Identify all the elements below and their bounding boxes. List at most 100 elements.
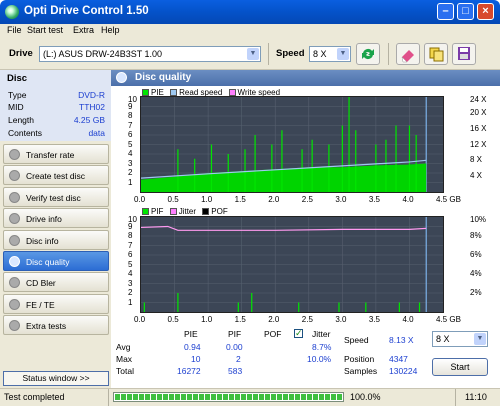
pif-chart-plot — [140, 217, 443, 312]
menu-file[interactable]: File — [7, 25, 22, 35]
y2-tick-label: 8% — [470, 231, 482, 240]
minimize-button[interactable]: – — [437, 3, 454, 20]
pie-spike — [328, 144, 330, 192]
legend-pif: PIF — [151, 207, 164, 216]
x-tick-label: 2.0 — [268, 195, 280, 204]
y-tick-label: 3 — [128, 278, 133, 288]
y-tick-label: 1 — [128, 177, 133, 187]
disc-icon — [9, 277, 20, 289]
pie-spike — [355, 130, 357, 192]
total-pie: 16272 — [177, 366, 201, 376]
pie-area — [141, 163, 427, 192]
speed-select[interactable]: 8 X ▼ — [309, 46, 351, 62]
chart2-legend: PIF Jitter POF — [142, 207, 228, 216]
avg-pie: 0.94 — [184, 342, 201, 352]
x-tick-label: 0.0 — [134, 195, 146, 204]
pie-spike — [385, 139, 387, 192]
pie-spike — [194, 158, 196, 192]
nav-create-test-disc[interactable]: Create test disc — [3, 165, 109, 186]
pif-spike — [338, 302, 340, 312]
refresh-icon — [362, 49, 374, 59]
nav-verify-test-disc[interactable]: Verify test disc — [3, 186, 109, 207]
total-label: Total — [116, 366, 134, 376]
y2-tick-label: 4% — [470, 269, 482, 278]
x-tick-label: 0.0 — [134, 315, 146, 324]
menu-help[interactable]: Help — [101, 25, 120, 35]
status-window-button[interactable]: Status window >> — [3, 371, 109, 386]
nav-disc-info[interactable]: Disc info — [3, 229, 109, 250]
position-value: 4347 — [389, 354, 408, 364]
progress-text: 100.0% — [350, 392, 381, 402]
legend-pof: POF — [211, 207, 228, 216]
copy-icon — [429, 47, 444, 62]
nav-label: Create test disc — [26, 171, 86, 182]
disc-icon — [9, 149, 20, 160]
drive-label: Drive — [9, 48, 33, 59]
disc-quality-icon — [116, 72, 127, 83]
x-tick-label: 3.0 — [335, 195, 347, 204]
pie-spike — [395, 125, 397, 192]
x-tick-label: 4.5 GB — [436, 315, 461, 324]
disc-icon — [9, 170, 20, 182]
y-tick-label: 9 — [128, 101, 133, 111]
y-tick-label: 4 — [128, 269, 133, 278]
nav-cd-bler[interactable]: CD Bler — [3, 272, 109, 293]
x-tick-label: 0.5 — [167, 195, 179, 204]
pie-spike — [177, 149, 179, 192]
nav-transfer-rate[interactable]: Transfer rate — [3, 144, 109, 164]
nav-disc-quality[interactable]: Disc quality — [3, 251, 109, 271]
y-tick-label: 6 — [128, 130, 133, 139]
pif-spike — [365, 302, 367, 312]
nav-drive-info[interactable]: Drive info — [3, 208, 109, 229]
save-button[interactable] — [452, 43, 476, 65]
stats-header-jitter: Jitter — [312, 329, 331, 339]
maximize-button[interactable]: □ — [457, 3, 474, 20]
x-tick-label: 4.5 GB — [436, 195, 461, 204]
speed-select-value: 8 X — [313, 49, 327, 59]
y-tick-label: 2 — [128, 168, 133, 177]
sidebar: Disc Type DVD-R MID TTH02 Length 4.25 GB… — [0, 70, 111, 388]
x-tick-label: 1.0 — [201, 195, 213, 204]
pie-spike — [415, 135, 417, 192]
y2-tick-label: 16 X — [470, 123, 487, 133]
start-button[interactable]: Start — [432, 358, 488, 376]
pif-spike — [237, 302, 239, 312]
stats-header-pof: POF — [264, 329, 282, 339]
close-button[interactable]: × — [477, 3, 494, 20]
app-disc-icon — [5, 5, 19, 19]
drive-select-value: (L:) ASUS DRW-24B3ST 1.00 — [43, 49, 163, 59]
nav-label: Disc quality — [26, 257, 70, 267]
nav-label: Transfer rate — [26, 150, 75, 160]
refresh-button[interactable] — [356, 43, 380, 65]
drive-select[interactable]: (L:) ASUS DRW-24B3ST 1.00 ▼ — [39, 46, 261, 62]
menu-start-test[interactable]: Start test — [27, 25, 63, 35]
pie-spike — [341, 125, 343, 192]
disc-contents-value: data — [88, 128, 105, 138]
section-title: Disc quality — [135, 72, 192, 83]
y-tick-label: 9 — [128, 221, 133, 231]
pie-chart-plot — [140, 97, 443, 192]
y2-tick-label: 24 X — [470, 95, 487, 104]
speed-stat-value: 8.13 X — [389, 335, 414, 345]
samples-label: Samples — [344, 366, 378, 376]
speed-stat-label: Speed — [344, 335, 369, 345]
test-speed-select[interactable]: 8 X ▼ — [432, 331, 488, 347]
max-jitter: 10.0% — [307, 354, 332, 364]
nav-fe-te[interactable]: FE / TE — [3, 293, 109, 314]
pie-spike — [210, 144, 213, 192]
y-tick-label: 8 — [128, 111, 133, 120]
erase-button[interactable] — [396, 43, 420, 65]
disc-icon — [9, 298, 20, 310]
pie-spike — [254, 135, 256, 192]
x-tick-label: 1.5 — [234, 315, 246, 324]
copy-button[interactable] — [424, 43, 448, 65]
nav-extra-tests[interactable]: Extra tests — [3, 315, 109, 336]
x-tick-label: 3.0 — [335, 315, 347, 324]
pie-spike — [348, 97, 350, 192]
x-tick-label: 4.0 — [402, 195, 414, 204]
floppy-save-icon — [458, 47, 470, 60]
menu-extra[interactable]: Extra — [73, 25, 94, 35]
nav-label: Verify test disc — [26, 192, 81, 203]
x-tick-label: 1.0 — [201, 315, 213, 324]
jitter-checkbox[interactable]: ✓ — [294, 329, 303, 338]
